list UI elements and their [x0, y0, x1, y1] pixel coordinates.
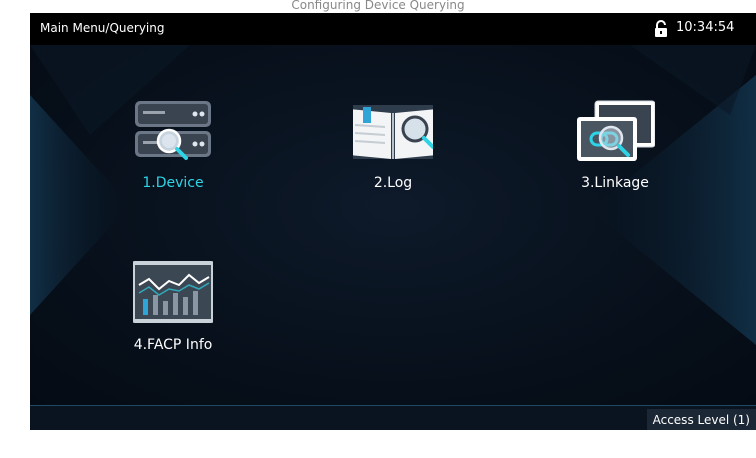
menu-item-linkage[interactable]: 3.Linkage [540, 87, 690, 217]
menu-area: 1.Device 2.Log 3.Linkage 4.FACP Info [30, 45, 756, 405]
window-caption: Configuring Device Querying [291, 0, 465, 12]
menu-item-label: 1.Device [142, 175, 204, 191]
server-search-icon [135, 101, 211, 160]
menu-item-log[interactable]: 2.Log [318, 87, 468, 217]
breadcrumb: Main Menu/Querying [40, 21, 165, 35]
unlocked-padlock-icon[interactable] [654, 20, 668, 38]
linkage-search-icon [577, 100, 655, 161]
access-level-button[interactable]: Access Level (1) [646, 409, 756, 430]
menu-item-label: 2.Log [373, 175, 413, 191]
clock: 10:34:54 [676, 20, 735, 35]
menu-item-label: 4.FACP Info [133, 337, 213, 353]
device-screen: Main Menu/Querying 10:34:54 1.Device 2.L… [30, 13, 756, 430]
status-bar: Access Level (1) [30, 405, 756, 430]
top-bar: Main Menu/Querying 10:34:54 [30, 13, 756, 45]
menu-item-facp-info[interactable]: 4.FACP Info [98, 249, 248, 379]
book-search-icon [353, 105, 433, 159]
menu-item-device[interactable]: 1.Device [98, 87, 248, 217]
menu-item-label: 3.Linkage [581, 175, 649, 191]
monitor-chart-icon [133, 261, 213, 323]
